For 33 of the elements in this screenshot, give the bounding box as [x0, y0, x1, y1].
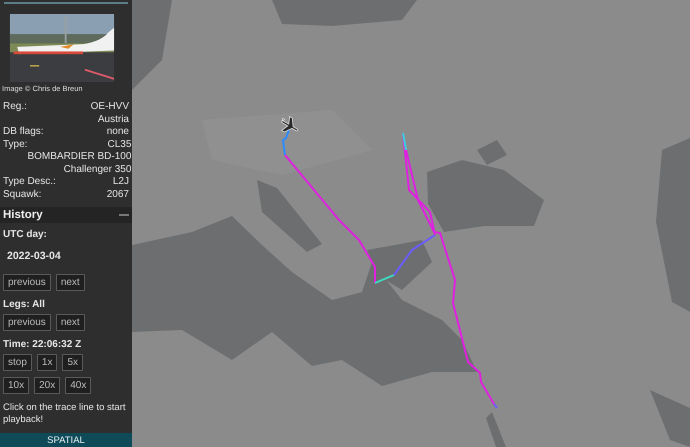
detail-value: Challenger 350 [64, 164, 132, 176]
time-label: Time: 22:06:32 Z [3, 339, 82, 350]
detail-value: L2J [112, 176, 129, 189]
collapse-icon[interactable] [119, 214, 129, 217]
playback-button[interactable]: stop [3, 354, 32, 372]
detail-value: Austria [98, 114, 129, 126]
detail-value: 2067 [106, 188, 129, 202]
playback-button[interactable]: 5x [62, 354, 84, 372]
leg-button[interactable]: next [56, 314, 85, 332]
detail-value: CL35 [107, 138, 132, 152]
day-button[interactable]: previous [3, 274, 51, 292]
history-title: History [3, 209, 43, 222]
detail-label: Type: [3, 138, 28, 152]
detail-label: DB flags: [3, 126, 44, 139]
legs-label: Legs: All [3, 299, 46, 310]
playback-button[interactable]: 10x [3, 377, 30, 394]
spatial-bar[interactable]: SPATIAL [0, 433, 132, 447]
playback-button[interactable]: 20x [34, 377, 60, 394]
detail-label: Reg.: [3, 101, 27, 114]
playback-button[interactable]: 40x [65, 377, 92, 394]
detail-value: none [106, 126, 129, 139]
playback-hint: Click on the trace line to start playback! [3, 402, 126, 426]
detail-value: OE-HVV [90, 101, 129, 114]
detail-value: BOMBARDIER BD-100 [27, 151, 132, 164]
airplane-icon[interactable] [281, 116, 298, 132]
history-header[interactable]: History [0, 207, 132, 224]
utc-day-label: UTC day: [3, 229, 48, 240]
leg-button[interactable]: previous [3, 314, 51, 332]
playback-button[interactable]: 1x [36, 354, 58, 372]
detail-label: Type Desc.: [3, 176, 56, 189]
detail-label: Squawk: [3, 188, 42, 202]
date-text: 2022-03-04 [6, 249, 62, 264]
day-button[interactable]: next [56, 274, 85, 292]
